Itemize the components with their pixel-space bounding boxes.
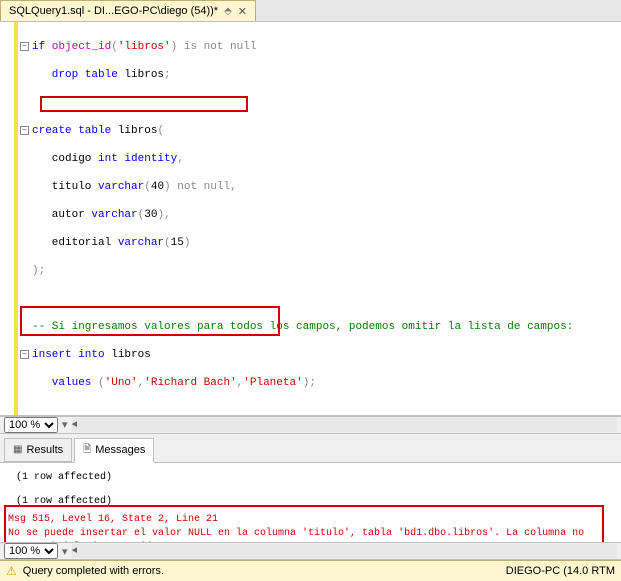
tab-messages-label: Messages — [95, 444, 145, 456]
grid-icon: ▦ — [13, 444, 22, 455]
messages-icon: 🗎 — [83, 442, 91, 459]
message-line: (1 row affected) — [8, 471, 613, 485]
dropdown-icon: ▾ — [62, 545, 68, 558]
messages-pane[interactable]: (1 row affected) (1 row affected) Msg 51… — [0, 463, 621, 542]
horizontal-scrollbar[interactable] — [72, 418, 617, 432]
file-tab[interactable]: SQLQuery1.sql - DI...EGO-PC\diego (54))*… — [0, 0, 256, 21]
zoom-select[interactable]: 100 % — [4, 417, 58, 433]
close-icon[interactable]: ✕ — [238, 5, 247, 18]
tab-results-label: Results — [26, 444, 63, 456]
message-line: (1 row affected) — [8, 495, 613, 509]
tab-messages[interactable]: 🗎 Messages — [74, 438, 154, 463]
status-text: Query completed with errors. — [23, 565, 164, 577]
results-tabs: ▦ Results 🗎 Messages — [0, 434, 621, 463]
error-line: Msg 515, Level 16, State 2, Line 21 — [8, 513, 613, 527]
horizontal-scrollbar[interactable] — [72, 544, 617, 558]
error-line: No se puede insertar el valor NULL en la… — [8, 527, 613, 541]
fold-icon[interactable]: − — [20, 42, 29, 51]
tab-bar: SQLQuery1.sql - DI...EGO-PC\diego (54))*… — [0, 0, 621, 22]
warning-icon: ⚠ — [6, 564, 17, 578]
status-bar: ⚠ Query completed with errors. DIEGO-PC … — [0, 560, 621, 581]
message-line: Se terminó la instrucción. — [8, 541, 613, 542]
status-server: DIEGO-PC (14.0 RTM — [506, 565, 615, 577]
code-editor[interactable]: −if object_id('libros') is not null drop… — [0, 22, 621, 416]
zoom-select-bottom[interactable]: 100 % — [4, 543, 58, 559]
dropdown-icon: ▾ — [62, 418, 68, 431]
pin-icon[interactable]: ⬘ — [224, 6, 232, 17]
zoom-bar-bottom: 100 % ▾ — [0, 542, 621, 560]
tab-title: SQLQuery1.sql - DI...EGO-PC\diego (54))* — [9, 5, 218, 17]
fold-icon[interactable]: − — [20, 350, 29, 359]
zoom-bar: 100 % ▾ — [0, 416, 621, 434]
fold-icon[interactable]: − — [20, 126, 29, 135]
tab-results[interactable]: ▦ Results — [4, 438, 72, 462]
code-body[interactable]: −if object_id('libros') is not null drop… — [0, 22, 621, 416]
